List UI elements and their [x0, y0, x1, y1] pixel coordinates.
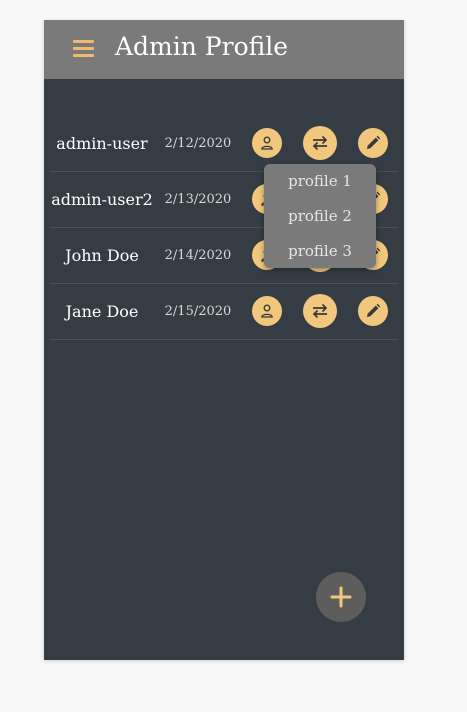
menu-item-profile-1[interactable]: profile 1 — [264, 164, 376, 199]
person-icon — [261, 304, 273, 318]
user-date: 2/15/2020 — [164, 304, 232, 319]
edit-button[interactable] — [358, 296, 388, 326]
user-name: admin-user2 — [51, 190, 153, 209]
swap-arrows-icon — [312, 135, 328, 151]
profile-button[interactable] — [252, 296, 282, 326]
page-title: Admin Profile — [115, 32, 289, 61]
pencil-icon — [367, 135, 381, 149]
top-app-bar: Admin Profile — [44, 20, 404, 79]
menu-button[interactable] — [70, 37, 98, 61]
hamburger-icon-bar-2 — [73, 47, 94, 50]
user-name: admin-user — [56, 134, 148, 153]
hamburger-icon-bar-1 — [73, 40, 94, 43]
user-name: John Doe — [65, 246, 139, 265]
swap-arrows-icon — [312, 303, 328, 319]
add-user-button[interactable] — [316, 572, 366, 622]
menu-item-profile-3[interactable]: profile 3 — [264, 234, 376, 269]
hamburger-icon-bar-3 — [73, 54, 94, 57]
user-date: 2/14/2020 — [164, 248, 232, 263]
switch-profile-button[interactable] — [303, 126, 337, 160]
person-icon — [261, 136, 273, 150]
user-date: 2/13/2020 — [164, 192, 232, 207]
table-row: Jane Doe 2/15/2020 — [50, 284, 398, 340]
menu-item-profile-2[interactable]: profile 2 — [264, 199, 376, 234]
edit-button[interactable] — [358, 128, 388, 158]
switch-profile-button[interactable] — [303, 294, 337, 328]
plus-icon — [330, 586, 352, 608]
app-screen: Admin Profile admin-user 2/12/2020 admin… — [44, 20, 404, 660]
profile-button[interactable] — [252, 128, 282, 158]
user-name: Jane Doe — [65, 302, 139, 321]
pencil-icon — [367, 303, 381, 317]
user-date: 2/12/2020 — [164, 136, 232, 151]
profile-dropdown-menu: profile 1 profile 2 profile 3 — [264, 164, 376, 268]
